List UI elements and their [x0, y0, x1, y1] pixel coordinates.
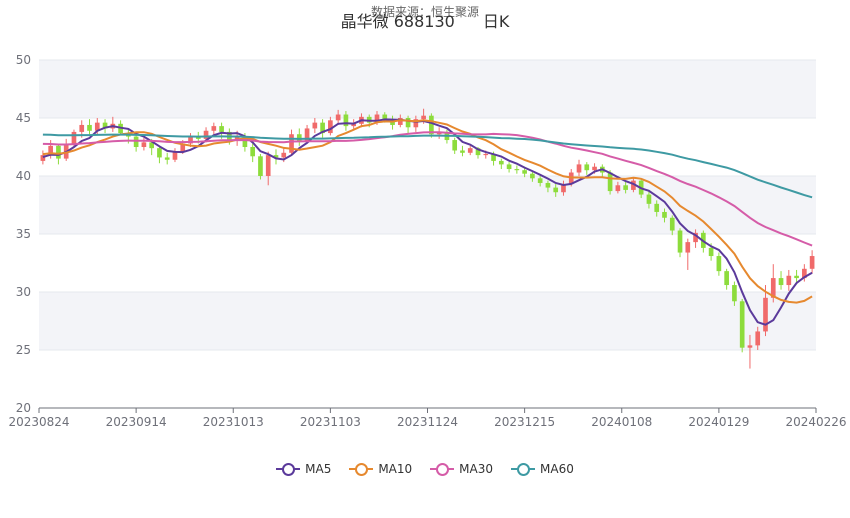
y-tick-label: 50	[16, 53, 31, 67]
legend-label: MA30	[459, 462, 494, 476]
candle-body	[794, 275, 799, 279]
candle-body	[522, 170, 527, 174]
candle-body	[763, 297, 768, 332]
candle-body	[141, 142, 147, 147]
candle-body	[265, 155, 271, 176]
grid-band	[39, 292, 816, 350]
candle-body	[592, 166, 597, 171]
candle-body	[545, 182, 551, 188]
y-tick-label: 40	[16, 169, 31, 183]
x-tick-label: 20230824	[8, 415, 69, 429]
candle-body	[460, 150, 465, 153]
legend-label: MA60	[540, 462, 574, 476]
candle-body	[662, 211, 667, 218]
candle-body	[708, 247, 714, 257]
x-tick-label: 20231103	[300, 415, 361, 429]
y-tick-label: 30	[16, 285, 31, 299]
candle-body	[755, 331, 761, 346]
candle-body	[335, 114, 341, 121]
candle-body	[328, 120, 333, 134]
candle-body	[623, 185, 628, 190]
legend-swatch	[276, 462, 301, 476]
candle-body	[732, 285, 737, 302]
y-tick-label: 25	[16, 343, 31, 357]
candle-body	[289, 134, 294, 153]
candle-body	[250, 147, 256, 157]
candle-body	[537, 178, 543, 183]
candle-body	[421, 115, 426, 120]
candle-body	[467, 148, 473, 153]
candle-body	[203, 130, 209, 139]
candle-body	[739, 301, 745, 348]
grid-band	[39, 176, 816, 234]
candle-body	[724, 271, 729, 286]
y-tick-label: 20	[16, 401, 31, 415]
candle-body	[405, 118, 411, 128]
candle-body	[553, 187, 559, 193]
x-tick-label: 20231013	[203, 415, 264, 429]
legend-label: MA5	[305, 462, 332, 476]
candle-body	[677, 230, 683, 253]
x-tick-label: 20231215	[494, 415, 555, 429]
candle-body	[296, 134, 302, 142]
candle-body	[747, 345, 753, 348]
x-tick-label: 20230914	[106, 415, 167, 429]
candle-body	[312, 122, 318, 129]
x-tick-label: 20240226	[785, 415, 846, 429]
candle-body	[786, 275, 792, 286]
candle-body	[71, 131, 77, 144]
candle-body	[716, 256, 722, 272]
candle-body	[211, 126, 217, 131]
candle-body	[576, 164, 582, 173]
candle-body	[79, 124, 85, 132]
candle-body	[281, 152, 287, 158]
candle-body	[654, 203, 660, 212]
candle-body	[452, 140, 458, 151]
candle-body	[809, 256, 815, 269]
candle-body	[530, 173, 535, 179]
legend-swatch	[349, 462, 374, 476]
candle-body	[514, 169, 520, 171]
y-tick-label: 35	[16, 227, 31, 241]
candle-body	[669, 217, 675, 231]
candle-body	[258, 156, 263, 176]
y-tick-label: 45	[16, 111, 31, 125]
candlestick-chart: 20 25 30 35 40 45 50 20230824 20230914 20231013 20…	[8, 53, 846, 429]
candle-body	[778, 278, 784, 286]
candle-body	[56, 145, 61, 159]
chart-legend: MA5 MA10 MA30 MA60	[0, 462, 850, 476]
candle-body	[607, 172, 613, 192]
x-tick-label: 20240129	[688, 415, 749, 429]
candle-body	[219, 126, 224, 132]
candle-body	[685, 242, 691, 253]
legend-item-ma60[interactable]: MA60	[511, 462, 574, 476]
candle-body	[133, 136, 139, 147]
candle-body	[483, 153, 489, 156]
x-tick-label: 20240108	[591, 415, 652, 429]
legend-item-ma10[interactable]: MA10	[349, 462, 412, 476]
legend-swatch	[511, 462, 536, 476]
candle-body	[157, 148, 162, 158]
legend-item-ma5[interactable]: MA5	[276, 462, 331, 476]
legend-label: MA10	[378, 462, 413, 476]
grid-band	[39, 60, 816, 118]
x-tick-label: 20231124	[397, 415, 458, 429]
candle-body	[498, 160, 504, 165]
candle-body	[584, 164, 590, 171]
candle-body	[164, 157, 170, 160]
candle-body	[506, 164, 512, 170]
candle-body	[646, 194, 652, 204]
candle-body	[615, 185, 621, 192]
legend-item-ma30[interactable]: MA30	[430, 462, 493, 476]
candle-body	[87, 124, 92, 131]
legend-swatch	[430, 462, 455, 476]
